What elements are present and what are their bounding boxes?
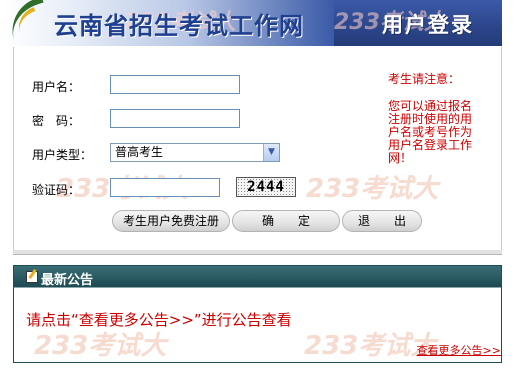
announcement-title: 最新公告 <box>41 273 94 288</box>
user-type-selected-value: 普高考生 <box>115 145 164 159</box>
captcha-label: 验证码： <box>32 183 81 197</box>
more-announcements-link[interactable]: 查看更多公告>> <box>417 342 501 358</box>
announcement-box: 最新公告 233考试大 233考试大 请点击“查看更多公告>>”进行公告查看 查… <box>13 265 502 363</box>
chevron-down-icon[interactable]: ▼ <box>263 144 279 161</box>
watermark: 233考试大 <box>34 331 167 361</box>
site-title: 云南省招生考试工作网 <box>54 12 304 40</box>
notice-body: 您可以通过报名注册时使用的用户名或考号作为用户名登录工作网！ <box>388 99 473 165</box>
user-type-label: 用户类型： <box>32 148 93 162</box>
captcha-input[interactable] <box>110 178 220 197</box>
announcement-header: 最新公告 <box>14 266 501 288</box>
password-input[interactable] <box>110 109 240 128</box>
announcement-body: 233考试大 233考试大 请点击“查看更多公告>>”进行公告查看 查看更多公告… <box>14 289 501 362</box>
header-banner: 233考试大 233考试大 云南省招生考试工作网 用户登录 <box>4 0 502 46</box>
register-button[interactable]: 考生用户免费注册 <box>112 210 230 232</box>
announcement-message: 请点击“查看更多公告>>”进行公告查看 <box>26 311 292 329</box>
password-label: 密 码： <box>32 114 81 128</box>
edit-note-icon <box>26 271 38 283</box>
username-input[interactable] <box>110 75 240 94</box>
login-panel-bottom-bar <box>13 250 502 255</box>
confirm-button[interactable]: 确 定 <box>232 210 340 232</box>
exit-button[interactable]: 退 出 <box>342 210 422 232</box>
notice-heading: 考生请注意： <box>388 72 461 86</box>
user-type-select[interactable]: 普高考生 ▼ <box>110 143 280 162</box>
captcha-image[interactable]: 2444 <box>236 177 296 197</box>
login-title: 用户登录 <box>382 13 474 37</box>
username-label: 用户名： <box>32 80 81 94</box>
notice-box: 考生请注意： 您可以通过报名注册时使用的用户名或考号作为用户名登录工作网！ <box>388 73 478 165</box>
